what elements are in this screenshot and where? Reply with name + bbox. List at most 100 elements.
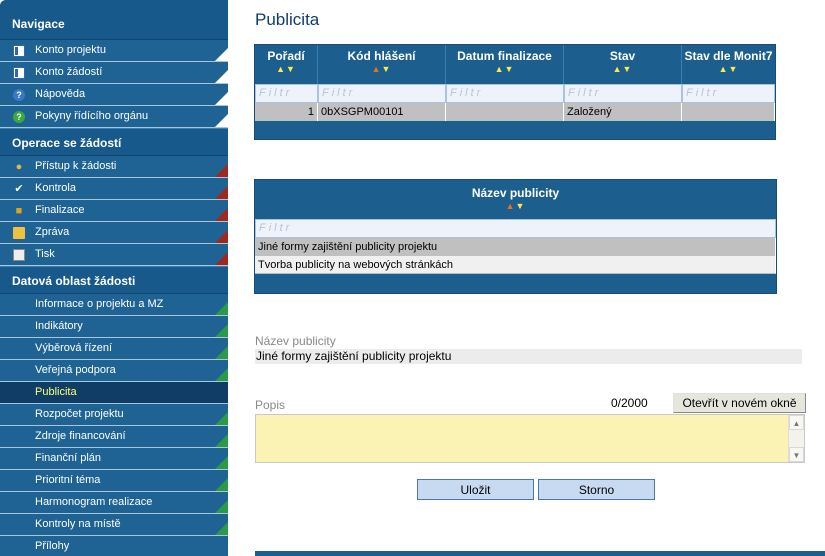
help-icon: ? [13, 89, 25, 101]
nav-item-label: Pokyny řídícího orgánu [35, 110, 149, 122]
nav-item-kontroly[interactable]: Kontroly na místě [0, 514, 228, 536]
corner-marker [215, 522, 228, 535]
corner-marker [215, 164, 228, 177]
grid-header: Název publicity ▲▼ [255, 180, 776, 219]
filter-input[interactable]: Filtr [682, 84, 775, 103]
corner-marker [215, 302, 228, 315]
sort-icon[interactable]: ▲▼ [446, 63, 563, 75]
nav-item-pristup[interactable]: ● Přístup k žádosti [0, 156, 228, 178]
textarea-scrollbar[interactable]: ▲ ▼ [788, 415, 804, 462]
cell-poradi: 1 [255, 103, 318, 121]
nav-item-harmonogram[interactable]: Harmonogram realizace [0, 492, 228, 514]
corner-marker [215, 500, 228, 513]
cell-stav: Založený [564, 103, 682, 121]
nav-item-prioritni-tema[interactable]: Prioritní téma [0, 470, 228, 492]
nav-section-navigace: Navigace [0, 0, 228, 40]
filter-input[interactable]: Filtr [255, 219, 776, 238]
filter-input[interactable]: Filtr [564, 84, 682, 103]
col-header-nazev[interactable]: Název publicity ▲▼ [255, 180, 776, 219]
scroll-up-icon[interactable]: ▲ [789, 415, 804, 430]
nav-item-label: Prioritní téma [35, 474, 101, 486]
mail-icon [13, 227, 25, 239]
nazev-value: Jiné formy zajištění publicity projektu [255, 349, 802, 364]
corner-marker [215, 186, 228, 199]
nav-item-label: Nápověda [35, 88, 86, 100]
filter-input[interactable]: Filtr [255, 84, 318, 103]
sort-icon[interactable]: ▲▼ [255, 63, 317, 75]
scroll-down-icon[interactable]: ▼ [789, 447, 804, 462]
nav-item-konto-projektu[interactable]: Konto projektu [0, 40, 228, 62]
nav-item-zdroje[interactable]: Zdroje financování [0, 426, 228, 448]
sort-icon[interactable]: ▲▼ [318, 63, 445, 75]
nav-item-finalizace[interactable]: ■ Finalizace [0, 200, 228, 222]
sidebar-nav: Navigace Konto projektu Konto žádostí ? … [0, 0, 228, 556]
lock-icon: ■ [15, 205, 23, 217]
main-content: Publicita Pořadí ▲▼ Kód hlášení ▲▼ Datum… [228, 0, 825, 556]
cancel-button[interactable]: Storno [538, 479, 655, 500]
corner-marker [215, 208, 228, 221]
table-row[interactable]: 1 0bXSGPM00101 Založený [255, 103, 775, 121]
corner-marker [215, 252, 228, 265]
save-button[interactable]: Uložit [417, 479, 534, 500]
nav-item-label: Kontrola [35, 182, 76, 194]
cell-monit [682, 103, 775, 121]
corner-marker [215, 346, 228, 359]
col-header-kod[interactable]: Kód hlášení ▲▼ [318, 45, 446, 84]
nav-item-label: Publicita [35, 386, 77, 398]
nav-item-label: Finalizace [35, 204, 85, 216]
nav-item-tisk[interactable]: Tisk [0, 244, 228, 266]
nav-item-label: Přístup k žádosti [35, 160, 117, 172]
nazev-label: Název publicity [255, 334, 336, 348]
nav-item-label: Indikátory [35, 320, 83, 332]
grid-header: Pořadí ▲▼ Kód hlášení ▲▼ Datum finalizac… [255, 45, 775, 84]
nav-item-label: Informace o projektu a MZ [35, 298, 164, 310]
nav-item-pokyny[interactable]: ? Pokyny řídícího orgánu [0, 106, 228, 128]
col-header-poradi[interactable]: Pořadí ▲▼ [255, 45, 318, 84]
nav-item-publicita[interactable]: Publicita [0, 382, 228, 404]
nav-item-prilohy[interactable]: Přílohy [0, 536, 228, 556]
nav-section-datova-oblast: Datová oblast žádosti [0, 266, 228, 294]
popis-textarea[interactable] [255, 414, 805, 463]
nav-item-label: Finanční plán [35, 452, 102, 464]
corner-marker [215, 324, 228, 337]
nav-item-label: Kontroly na místě [35, 518, 121, 530]
nav-item-konto-zadosti[interactable]: Konto žádostí [0, 62, 228, 84]
check-icon: ✔ [14, 183, 24, 195]
open-new-window-button[interactable]: Otevřít v novém okně [673, 393, 806, 413]
corner-marker [215, 48, 228, 61]
cell-kod: 0bXSGPM00101 [318, 103, 446, 121]
char-counter: 0/2000 [611, 396, 648, 410]
sort-icon[interactable]: ▲▼ [682, 63, 775, 75]
nav-item-informace[interactable]: Informace o projektu a MZ [0, 294, 228, 316]
nav-item-label: Výběrová řízení [35, 342, 113, 354]
nav-item-rozpocet[interactable]: Rozpočet projektu [0, 404, 228, 426]
nav-item-kontrola[interactable]: ✔ Kontrola [0, 178, 228, 200]
table-row[interactable]: Tvorba publicity na webových stránkách [255, 256, 776, 274]
nav-item-napoveda[interactable]: ? Nápověda [0, 84, 228, 106]
corner-marker [215, 114, 228, 127]
popis-label: Popis [255, 398, 286, 412]
col-header-stav[interactable]: Stav ▲▼ [564, 45, 682, 84]
corner-marker [215, 70, 228, 83]
bottom-grid-edge [255, 551, 825, 556]
filter-row: Filtr Filtr Filtr Filtr Filtr [255, 84, 775, 103]
document-icon [13, 45, 25, 57]
table-row[interactable]: Jiné formy zajištění publicity projektu [255, 238, 776, 256]
print-icon [13, 249, 25, 261]
sort-icon[interactable]: ▲▼ [564, 63, 681, 75]
nav-item-zprava[interactable]: Zpráva [0, 222, 228, 244]
col-header-datum[interactable]: Datum finalizace ▲▼ [446, 45, 564, 84]
nav-item-financni-plan[interactable]: Finanční plán [0, 448, 228, 470]
people-icon: ● [15, 161, 23, 173]
corner-marker [215, 456, 228, 469]
help-icon: ? [13, 111, 25, 123]
filter-input[interactable]: Filtr [318, 84, 446, 103]
col-header-monit[interactable]: Stav dle Monit7 ▲▼ [682, 45, 775, 84]
sort-icon[interactable]: ▲▼ [255, 200, 776, 212]
nav-item-indikatory[interactable]: Indikátory [0, 316, 228, 338]
nav-item-vyberova-rizeni[interactable]: Výběrová řízení [0, 338, 228, 360]
cell-nazev: Tvorba publicity na webových stránkách [255, 256, 776, 274]
corner-marker [215, 434, 228, 447]
nav-item-verejna-podpora[interactable]: Veřejná podpora [0, 360, 228, 382]
filter-input[interactable]: Filtr [446, 84, 564, 103]
